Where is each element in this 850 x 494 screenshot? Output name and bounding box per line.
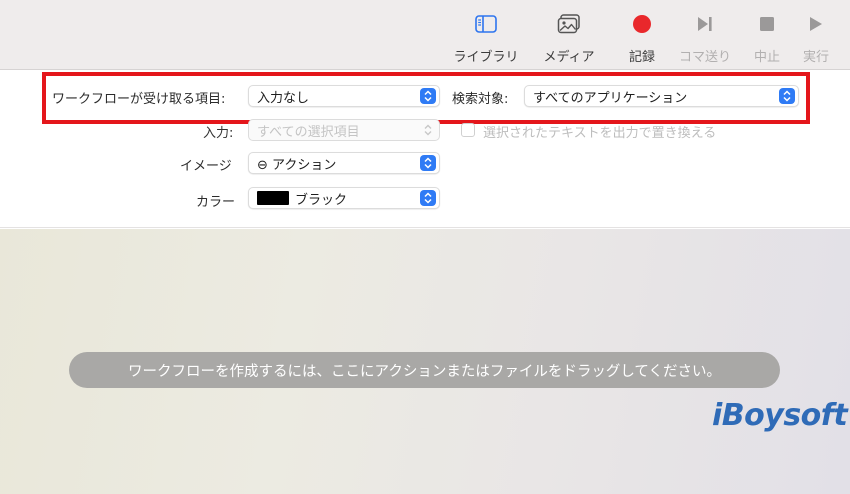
record-icon: [630, 12, 654, 36]
record-button[interactable]: 記録: [624, 12, 660, 66]
input-value: すべての選択項目: [257, 124, 360, 140]
color-value: ブラック: [295, 192, 348, 208]
watermark-text: iBoysoft: [712, 398, 848, 433]
play-icon: [804, 12, 828, 36]
photo-gallery-icon: [557, 12, 581, 36]
chevron-updown-icon: [420, 190, 436, 206]
input-popup[interactable]: すべての選択項目: [248, 119, 440, 141]
stop-icon: [755, 12, 779, 36]
drop-hint: ワークフローを作成するには、ここにアクションまたはファイルをドラッグしてください…: [69, 352, 780, 388]
media-label: メディア: [543, 50, 595, 65]
color-label: カラー: [196, 195, 236, 210]
replace-text-label: 選択されたテキストを出力で置き換える: [483, 126, 717, 141]
toolbar: ライブラリ メディア 記録 コマ送り 中止 実行: [0, 0, 850, 70]
run-button[interactable]: 実行: [798, 12, 834, 66]
stop-button[interactable]: 中止: [750, 12, 784, 66]
chevron-updown-icon: [420, 122, 436, 138]
color-swatch: [257, 191, 289, 205]
sidebar-icon: [474, 12, 498, 36]
library-label: ライブラリ: [453, 50, 519, 65]
step-button[interactable]: コマ送り: [676, 12, 734, 66]
stop-label: 中止: [753, 50, 780, 65]
step-label: コマ送り: [678, 50, 731, 65]
image-label: イメージ: [180, 159, 232, 174]
color-popup[interactable]: ブラック: [248, 187, 440, 209]
library-button[interactable]: ライブラリ: [451, 12, 521, 66]
step-forward-icon: [693, 12, 717, 36]
media-button[interactable]: メディア: [538, 12, 600, 66]
highlight-box: [42, 72, 810, 124]
image-popup[interactable]: ⊖ アクション: [248, 152, 440, 174]
iboysoft-watermark-logo: iBoysoft: [712, 398, 848, 433]
run-label: 実行: [802, 50, 829, 65]
input-label: 入力:: [203, 126, 234, 141]
image-value: ⊖ アクション: [257, 157, 337, 173]
drop-hint-text: ワークフローを作成するには、ここにアクションまたはファイルをドラッグしてください…: [128, 363, 721, 380]
record-label: 記録: [628, 50, 655, 65]
replace-text-checkbox[interactable]: [461, 123, 475, 137]
chevron-updown-icon: [420, 155, 436, 171]
